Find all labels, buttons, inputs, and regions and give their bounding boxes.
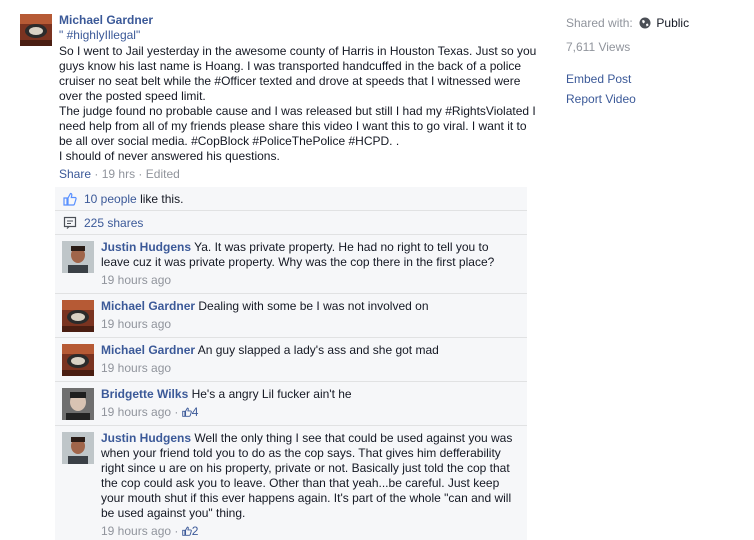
sidebar-links: Embed Post Report Video <box>566 69 746 109</box>
comment-like-count[interactable]: 2 <box>182 524 199 538</box>
author-avatar[interactable] <box>20 14 52 46</box>
likes-suffix: like this. <box>140 191 184 206</box>
comment-author[interactable]: Michael Gardner <box>101 299 195 313</box>
post-paragraph: The judge found no probable cause and I … <box>59 104 536 148</box>
post-meta: Share · 19 hrs · Edited <box>59 167 542 182</box>
comment-time[interactable]: 19 hours ago <box>101 361 171 375</box>
view-count: 7,611 Views <box>566 40 631 54</box>
commenter-avatar[interactable] <box>62 300 94 332</box>
share-icon <box>63 216 77 230</box>
post-title-hashtag[interactable]: " #highlyIllegal" <box>59 28 542 43</box>
comment-meta: 19 hours ago · 4 <box>101 405 519 420</box>
thumbs-up-icon <box>182 526 192 536</box>
like-count-value: 2 <box>191 524 199 538</box>
comment-item: Michael Gardner Dealing with some be I w… <box>55 294 527 338</box>
comment-item: Bridgette Wilks He's a angry Lil fucker … <box>55 382 527 426</box>
comment-time[interactable]: 19 hours ago <box>101 405 171 419</box>
comment-text-block: Michael Gardner Dealing with some be I w… <box>101 299 519 314</box>
comment-meta: 19 hours ago <box>101 273 519 288</box>
comment-author[interactable]: Justin Hudgens <box>101 431 191 445</box>
comment-like-count[interactable]: 4 <box>182 405 199 419</box>
report-video-link[interactable]: Report Video <box>566 89 746 109</box>
like-count-value: 4 <box>191 405 199 419</box>
post-edited[interactable]: Edited <box>146 167 180 181</box>
comment-time[interactable]: 19 hours ago <box>101 524 171 538</box>
shares-row: 225 shares <box>55 211 527 235</box>
share-link[interactable]: Share <box>59 167 91 181</box>
comment-author[interactable]: Justin Hudgens <box>101 240 191 254</box>
comment-item: Justin Hudgens Ya. It was private proper… <box>55 235 527 294</box>
privacy-row: Shared with: Public <box>566 14 746 34</box>
commenter-avatar[interactable] <box>62 388 94 420</box>
commenter-avatar[interactable] <box>62 344 94 376</box>
post-text: So I went to Jail yesterday in the aweso… <box>59 44 542 164</box>
meta-separator: · <box>174 524 182 538</box>
comment-item: Michael Gardner An guy slapped a lady's … <box>55 338 527 382</box>
comment-meta: 19 hours ago · 2 <box>101 524 519 539</box>
likes-people-link[interactable]: 10 people <box>84 187 137 211</box>
meta-separator: · <box>174 405 182 419</box>
comment-meta: 19 hours ago <box>101 361 519 376</box>
globe-icon <box>639 16 651 34</box>
comment-text-block: Bridgette Wilks He's a angry Lil fucker … <box>101 387 519 402</box>
comment-text: An guy slapped a lady's ass and she got … <box>197 343 439 357</box>
post-author[interactable]: Michael Gardner <box>59 12 542 28</box>
post-paragraph: So I went to Jail yesterday in the aweso… <box>59 44 537 103</box>
privacy-value[interactable]: Public <box>656 16 689 30</box>
comment-text: He's a angry Lil fucker ain't he <box>191 387 352 401</box>
comment-author[interactable]: Bridgette Wilks <box>101 387 188 401</box>
comment-meta: 19 hours ago <box>101 317 519 332</box>
feedback-panel: 10 people like this. 225 shares Justin H… <box>55 187 527 540</box>
likes-row: 10 people like this. <box>55 187 527 211</box>
commenter-avatar[interactable] <box>62 432 94 464</box>
comment-time[interactable]: 19 hours ago <box>101 317 171 331</box>
comment-text-block: Justin Hudgens Ya. It was private proper… <box>101 240 519 270</box>
comment-text-block: Justin Hudgens Well the only thing I see… <box>101 431 519 521</box>
shared-with-label: Shared with: <box>566 16 633 30</box>
post-time[interactable]: 19 hrs <box>102 167 135 181</box>
post-sidebar: Shared with: Public 7,611 Views Embed Po… <box>566 14 746 109</box>
thumbs-up-icon <box>182 407 192 417</box>
comment-text-block: Michael Gardner An guy slapped a lady's … <box>101 343 519 358</box>
comment-item: Justin Hudgens Well the only thing I see… <box>55 426 527 540</box>
meta-separator: · <box>138 167 146 181</box>
comment-text: Dealing with some be I was not involved … <box>198 299 429 313</box>
shares-count-link[interactable]: 225 shares <box>84 211 143 235</box>
thumbs-up-icon <box>63 192 77 206</box>
embed-post-link[interactable]: Embed Post <box>566 69 746 89</box>
meta-separator: · <box>94 167 102 181</box>
commenter-avatar[interactable] <box>62 241 94 273</box>
comment-time[interactable]: 19 hours ago <box>101 273 171 287</box>
comment-author[interactable]: Michael Gardner <box>101 343 195 357</box>
post-body: Michael Gardner " #highlyIllegal" So I w… <box>59 12 542 182</box>
post-paragraph: I should of never answered his questions… <box>59 149 280 163</box>
